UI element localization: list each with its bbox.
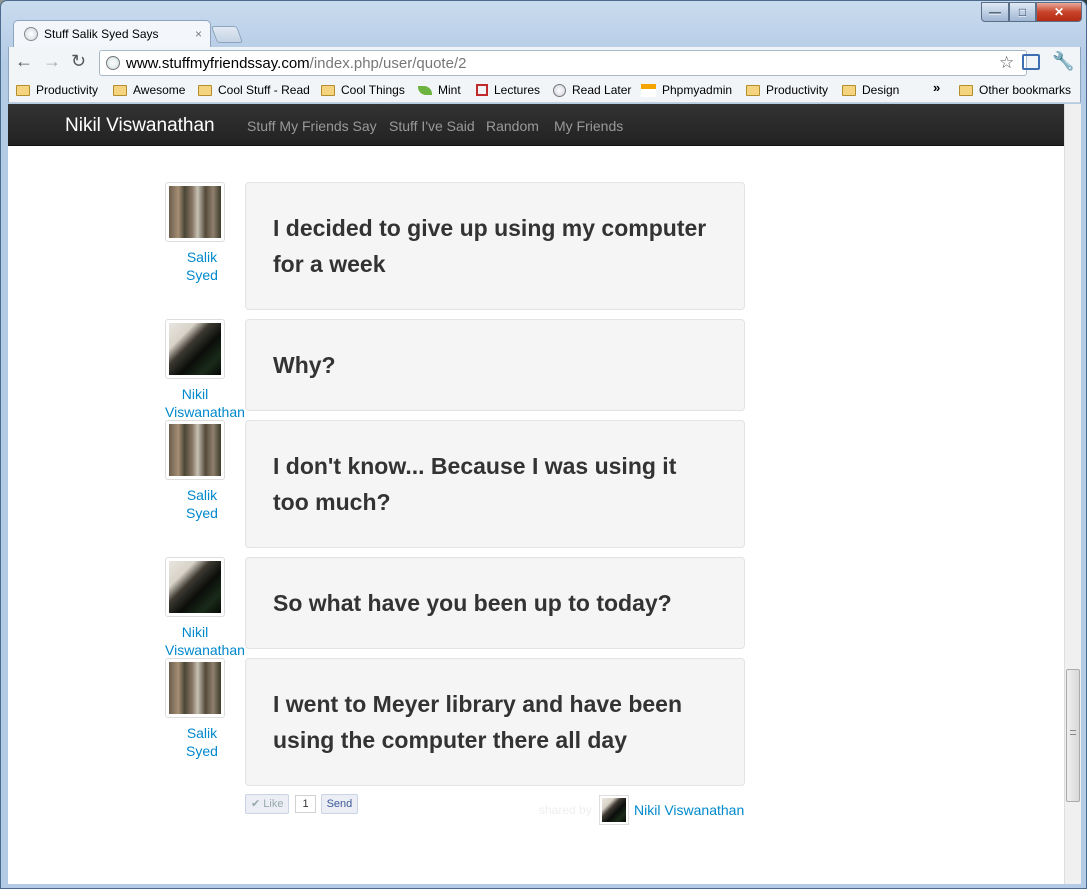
maximize-button[interactable]: □: [1009, 2, 1036, 22]
bookmark-cool-things[interactable]: Cool Things: [321, 83, 405, 97]
quote-text: Why?: [245, 319, 745, 411]
quote-text: I decided to give up using my computer f…: [245, 182, 745, 310]
forward-arrow-icon[interactable]: →: [43, 51, 61, 72]
new-tab-button[interactable]: [210, 26, 244, 43]
bookmark-lectures[interactable]: Lectures: [476, 83, 540, 97]
page-content: Nikil Viswanathan Stuff My Friends Say S…: [8, 104, 1064, 884]
quote-text: So what have you been up to today?: [245, 557, 745, 649]
folder-icon: [16, 84, 30, 96]
tab-title: Stuff Salik Syed Says: [44, 27, 159, 41]
avatar-photo: [169, 662, 221, 714]
avatar-photo: [169, 186, 221, 238]
phpmyadmin-icon: [641, 83, 656, 97]
star-icon[interactable]: ☆: [999, 53, 1014, 73]
globe-icon: [553, 83, 566, 97]
bookmark-cool-stuff-read[interactable]: Cool Stuff - Read: [198, 83, 310, 97]
tab-close-icon[interactable]: ×: [195, 27, 202, 41]
browser-toolbar: ← → ↻ www.stuffmyfriendssay.com/index.ph…: [8, 47, 1081, 79]
bookmarks-overflow-icon[interactable]: »: [933, 80, 940, 95]
nav-stuff-my-friends-say[interactable]: Stuff My Friends Say: [247, 118, 377, 134]
like-count: 1: [295, 795, 316, 813]
page-menu-icon[interactable]: [1022, 54, 1040, 70]
avatar-photo: [602, 798, 626, 822]
bookmark-awesome[interactable]: Awesome: [113, 83, 185, 97]
tab-active[interactable]: Stuff Salik Syed Says ×: [13, 20, 211, 47]
bookmark-design[interactable]: Design: [842, 83, 899, 97]
avatar-photo: [169, 424, 221, 476]
like-button[interactable]: ✔ Like: [245, 794, 290, 814]
send-button[interactable]: Send: [320, 794, 359, 814]
folder-icon: [746, 84, 760, 96]
shared-by-label: shared by: [539, 803, 592, 817]
mint-leaf-icon: [418, 85, 432, 95]
facebook-like-widget: ✔ Like 1 Send: [245, 794, 359, 814]
bookmark-mint[interactable]: Mint: [418, 83, 461, 97]
avatar[interactable]: [165, 182, 225, 242]
bookmarks-bar: Productivity Awesome Cool Stuff - Read C…: [8, 79, 1081, 103]
folder-icon: [113, 84, 127, 96]
quote-author[interactable]: Salik Syed: [165, 248, 239, 284]
lectures-icon: [476, 84, 488, 96]
bookmark-other[interactable]: Other bookmarks: [959, 83, 1071, 97]
folder-icon: [321, 84, 335, 96]
minimize-button[interactable]: —: [981, 2, 1009, 22]
folder-icon: [842, 84, 856, 96]
reload-icon[interactable]: ↻: [71, 51, 86, 72]
vertical-scrollbar[interactable]: [1064, 104, 1081, 884]
back-arrow-icon[interactable]: ←: [15, 51, 33, 72]
bookmark-productivity-2[interactable]: Productivity: [746, 83, 828, 97]
nav-my-friends[interactable]: My Friends: [554, 118, 623, 134]
quote-author[interactable]: Salik Syed: [165, 724, 239, 760]
globe-icon: [24, 27, 38, 41]
avatar[interactable]: [165, 420, 225, 480]
url-host: www.stuffmyfriendssay.com: [126, 54, 310, 72]
quote-text: I don't know... Because I was using it t…: [245, 420, 745, 548]
quote-author[interactable]: Salik Syed: [165, 486, 239, 522]
sharer-name[interactable]: Nikil Viswanathan: [634, 802, 744, 818]
avatar-photo: [169, 561, 221, 613]
folder-icon: [959, 84, 973, 96]
site-brand[interactable]: Nikil Viswanathan: [65, 115, 215, 137]
avatar-photo: [169, 323, 221, 375]
folder-icon: [198, 84, 212, 96]
nav-stuff-ive-said[interactable]: Stuff I've Said: [389, 118, 475, 134]
address-bar[interactable]: www.stuffmyfriendssay.com/index.php/user…: [99, 50, 1027, 76]
avatar[interactable]: [165, 319, 225, 379]
avatar[interactable]: [165, 658, 225, 718]
sharer-avatar[interactable]: [599, 795, 629, 825]
scrollbar-thumb[interactable]: [1066, 669, 1080, 802]
browser-window: — □ ✕ Stuff Salik Syed Says × ← → ↻ www.…: [0, 0, 1087, 889]
nav-random[interactable]: Random: [486, 118, 539, 134]
avatar[interactable]: [165, 557, 225, 617]
globe-icon: [106, 56, 120, 70]
bookmark-phpmyadmin[interactable]: Phpmyadmin: [641, 83, 732, 97]
quote-author[interactable]: Nikil Viswanathan: [165, 623, 245, 659]
bookmark-productivity[interactable]: Productivity: [16, 83, 98, 97]
wrench-icon[interactable]: 🔧: [1052, 51, 1074, 72]
window-frame-bottom: [8, 884, 1081, 888]
url-path: /index.php/user/quote/2: [309, 54, 467, 72]
site-navbar: Nikil Viswanathan Stuff My Friends Say S…: [8, 104, 1064, 146]
quote-author[interactable]: Nikil Viswanathan: [165, 385, 245, 421]
close-window-button[interactable]: ✕: [1036, 2, 1082, 22]
quote-text: I went to Meyer library and have been us…: [245, 658, 745, 786]
bookmark-read-later[interactable]: Read Later: [553, 83, 631, 97]
